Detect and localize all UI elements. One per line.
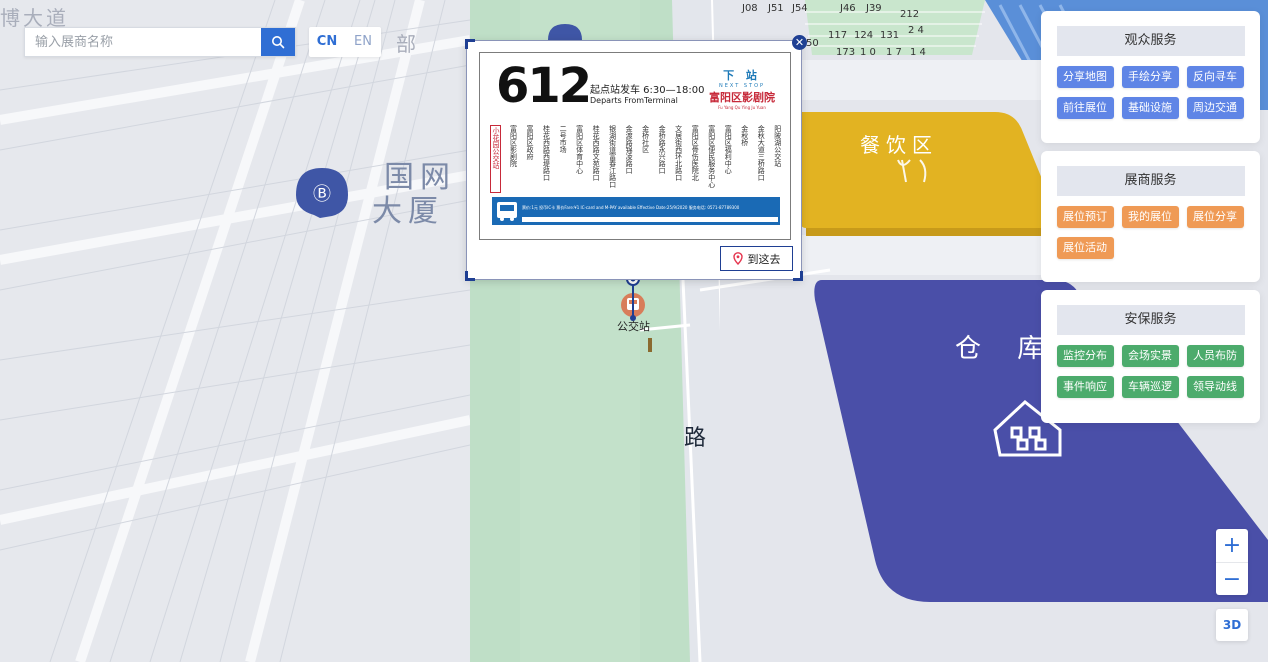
bus-stop-name: 文居街西环北路口 bbox=[674, 125, 683, 181]
bus-stop-name: 富阳区便民服务中心 bbox=[707, 125, 716, 188]
service-button[interactable]: 展位分享 bbox=[1186, 206, 1244, 228]
close-icon[interactable]: ✕ bbox=[792, 35, 807, 50]
service-button[interactable]: 周边交通 bbox=[1186, 97, 1244, 119]
parking-number: 124 bbox=[854, 30, 874, 41]
service-button[interactable]: 分享地图 bbox=[1056, 66, 1114, 88]
service-button[interactable]: 人员布防 bbox=[1186, 345, 1244, 367]
parking-number: J46 bbox=[840, 3, 856, 14]
next-stop-name: 富阳区影剧院 bbox=[709, 91, 775, 104]
popup-corner bbox=[793, 271, 803, 281]
next-stop-heading-cn: 下 站 bbox=[723, 69, 761, 82]
road-label-bottom: 路 bbox=[684, 426, 707, 451]
zoom-out-button[interactable]: − bbox=[1216, 562, 1248, 595]
stop-list: 小花园公交站 富阳区影剧院 富阳区政府 桂花西路西堤路口 二号市场 富阳区体育中心 桂花西路… bbox=[490, 125, 782, 193]
parking-number: 1 7 bbox=[886, 47, 902, 58]
bus-stop-name: 小花园公交站 bbox=[490, 125, 501, 193]
service-button[interactable]: 事件响应 bbox=[1056, 376, 1114, 398]
parking-number: 2 4 bbox=[908, 25, 924, 36]
next-stop-pinyin: Fu Yang Qu Ying Ju Yuan bbox=[718, 105, 766, 110]
service-button-grid: 监控分布 会场实景 人员布防事件响应 车辆巡逻 领导动线 bbox=[1056, 345, 1245, 398]
service-button[interactable]: 会场实景 bbox=[1121, 345, 1179, 367]
parking-number: 173 bbox=[836, 47, 856, 58]
bus-stop-name: 金桥路永兴路口 bbox=[658, 125, 667, 174]
service-button[interactable]: 领导动线 bbox=[1186, 376, 1244, 398]
route-bar: 票价:1元 投币IC卡 票价Fare:¥1 IC-card and M-PAY … bbox=[492, 197, 780, 225]
zoom-control: + − bbox=[1216, 529, 1248, 595]
parking-number: 50 bbox=[806, 38, 819, 49]
service-button-grid: 展位预订 我的展位 展位分享展位活动 bbox=[1056, 206, 1245, 259]
language-cn-button[interactable]: CN bbox=[309, 27, 345, 57]
service-button[interactable]: 展位预订 bbox=[1056, 206, 1114, 228]
language-switch: CN EN bbox=[309, 27, 381, 57]
service-button[interactable]: 反向寻车 bbox=[1186, 66, 1244, 88]
bus-stop-name: 银湖街道富春江路口 bbox=[608, 125, 617, 188]
bus-stop-name: 阳陂湖公交站 bbox=[773, 125, 782, 167]
bus-stop-name: 二号市场 bbox=[559, 125, 568, 153]
bus-station-label[interactable]: 公交站 bbox=[617, 318, 650, 334]
bus-stop-name: 富阳区骨伤医院北 bbox=[691, 125, 700, 181]
bus-stop-name: 富阳区影剧院 bbox=[509, 125, 518, 167]
panel-title: 安保服务 bbox=[1056, 305, 1245, 335]
search-button[interactable] bbox=[261, 28, 295, 56]
zoom-in-button[interactable]: + bbox=[1216, 529, 1248, 562]
svg-text:Ⓑ: Ⓑ bbox=[313, 184, 331, 205]
route-number: 612 bbox=[496, 58, 592, 114]
go-here-button[interactable]: 到这去 bbox=[720, 246, 793, 271]
bus-stop-name: 金渡路锦凌路口 bbox=[625, 125, 634, 174]
service-button[interactable]: 车辆巡逻 bbox=[1121, 376, 1179, 398]
food-zone-label[interactable]: 餐饮区 bbox=[860, 129, 938, 158]
go-here-label: 到这去 bbox=[747, 252, 781, 266]
parking-number: J39 bbox=[866, 3, 882, 14]
service-button[interactable]: 展位活动 bbox=[1056, 237, 1114, 259]
search-icon bbox=[272, 36, 285, 49]
fare-info: 票价:1元 投币IC卡 票价Fare:¥1 IC-card and M-PAY … bbox=[522, 205, 740, 210]
popup-corner bbox=[465, 39, 475, 49]
parking-number: 117 bbox=[828, 30, 848, 41]
parking-number: 1 0 bbox=[860, 47, 876, 58]
bus-icon bbox=[497, 202, 517, 221]
route-arrow bbox=[522, 217, 778, 222]
parking-number: J54 bbox=[792, 3, 808, 14]
parking-number: 1 4 bbox=[910, 47, 926, 58]
popup-corner bbox=[465, 271, 475, 281]
panel-audience-services: 观众服务 分享地图 手绘分享 反向寻车前往展位 基础设施 周边交通 bbox=[1041, 11, 1260, 143]
bus-stop-name: 富阳区体育中心 bbox=[575, 125, 584, 174]
location-pin-icon bbox=[732, 252, 743, 265]
panel-title: 展商服务 bbox=[1056, 166, 1245, 196]
building-name-line2: 大厦 bbox=[372, 194, 444, 229]
parking-number: J08 bbox=[742, 3, 758, 14]
bus-stop-name: 金秋大道三桥路口 bbox=[757, 125, 766, 181]
parking-number: 212 bbox=[900, 9, 920, 20]
parking-number: J51 bbox=[768, 3, 784, 14]
service-button[interactable]: 基础设施 bbox=[1121, 97, 1179, 119]
parking-number: 131 bbox=[880, 30, 900, 41]
language-en-button[interactable]: EN bbox=[345, 27, 381, 57]
next-stop-box: 下 站 NEXT STOP 富阳区影剧院 Fu Yang Qu Ying Ju … bbox=[704, 67, 780, 110]
bus-stop-name: 富阳区福利中心 bbox=[724, 125, 733, 174]
bus-stop-name: 富阳区政府 bbox=[526, 125, 535, 160]
search-input[interactable] bbox=[25, 28, 261, 56]
service-button[interactable]: 监控分布 bbox=[1056, 345, 1114, 367]
top-partial-label: 部 bbox=[396, 32, 416, 56]
bus-info-popup: ✕ 612 起点站发车 6:30—18:00 Departs FromTermi… bbox=[465, 35, 807, 281]
bus-stop-sign: 612 起点站发车 6:30—18:00 Departs FromTermina… bbox=[479, 52, 791, 240]
toggle-3d-button[interactable]: 3D bbox=[1216, 609, 1248, 641]
departure-time-cn: 起点站发车 6:30—18:00 bbox=[590, 85, 705, 96]
service-button[interactable]: 我的展位 bbox=[1121, 206, 1179, 228]
departure-time-en: Departs FromTerminal bbox=[590, 96, 678, 105]
bus-stop-name: 桂花西路西堤路口 bbox=[542, 125, 551, 181]
service-button[interactable]: 前往展位 bbox=[1056, 97, 1114, 119]
bus-stop-name: 金桥社区 bbox=[641, 125, 650, 153]
panel-security-services: 安保服务 监控分布 会场实景 人员布防事件响应 车辆巡逻 领导动线 bbox=[1041, 290, 1260, 423]
service-button-grid: 分享地图 手绘分享 反向寻车前往展位 基础设施 周边交通 bbox=[1056, 66, 1245, 119]
panel-exhibitor-services: 展商服务 展位预订 我的展位 展位分享展位活动 bbox=[1041, 151, 1260, 282]
search-bar bbox=[24, 27, 296, 57]
service-button[interactable]: 手绘分享 bbox=[1121, 66, 1179, 88]
bus-stop-name: 桂花西路文苑路口 bbox=[592, 125, 601, 181]
panel-title: 观众服务 bbox=[1056, 26, 1245, 56]
bus-stop-name: 金秋桥 bbox=[740, 125, 749, 146]
